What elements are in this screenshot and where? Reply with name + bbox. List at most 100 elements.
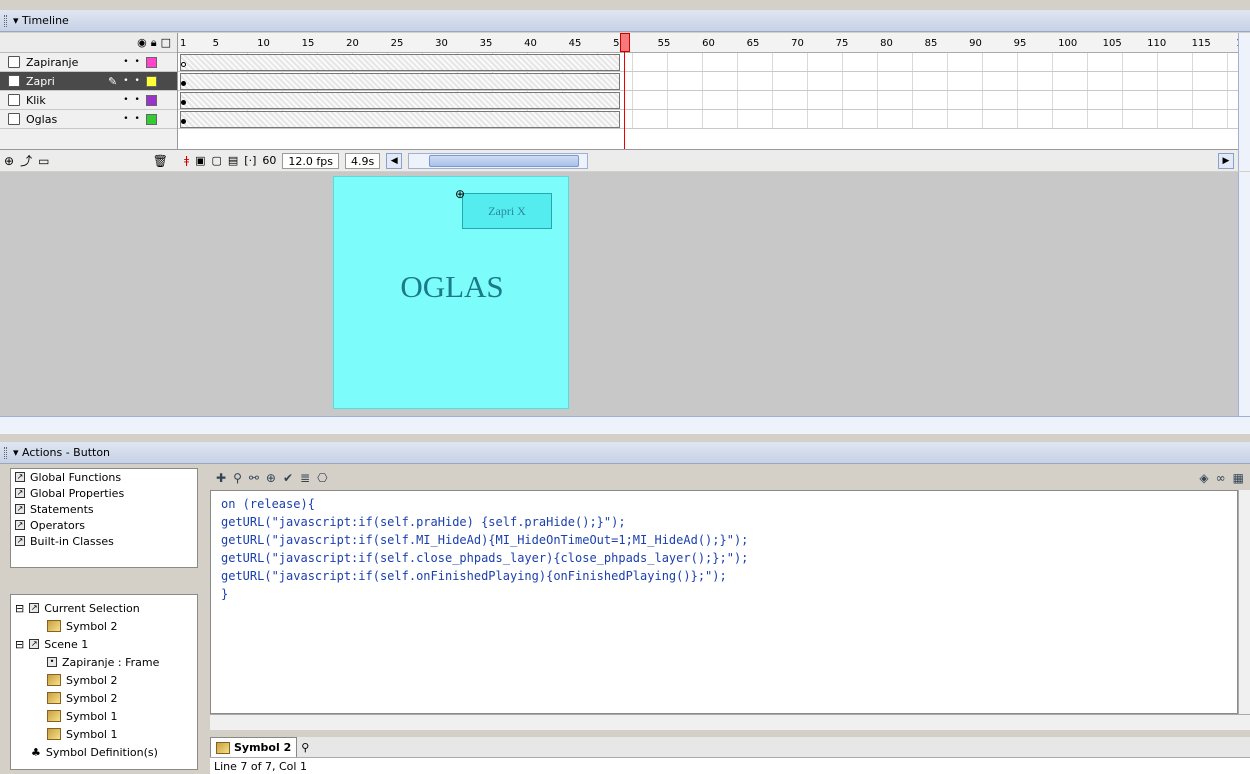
code-line[interactable]: getURL("javascript:if(self.MI_HideAd){MI…	[221, 531, 1227, 549]
layer-row[interactable]: Klik ✎ • •	[0, 91, 177, 110]
lock-dot[interactable]: •	[135, 57, 140, 67]
visibility-dot[interactable]: •	[123, 95, 128, 105]
layer-color-box[interactable]	[145, 113, 157, 125]
ad-canvas[interactable]: Zapri X ⊕ OGLAS	[333, 176, 569, 409]
book-icon: ↗	[15, 504, 25, 514]
navigator-item[interactable]: Symbol 1	[11, 725, 197, 743]
edit-multiple-icon[interactable]: ▤	[228, 154, 238, 167]
frame-ruler[interactable]: 1510152025303540455055606570758085909510…	[178, 33, 1238, 53]
expand-icon[interactable]: ⊟	[15, 602, 24, 615]
toolbox-item[interactable]: ↗ Statements	[11, 501, 197, 517]
onion-markers-icon[interactable]: [·]	[244, 154, 256, 167]
layer-color-box[interactable]	[145, 75, 157, 87]
lock-dot[interactable]: •	[135, 76, 140, 86]
lock-dot[interactable]: •	[135, 114, 140, 124]
replace-icon[interactable]: ⚯	[249, 471, 259, 485]
keyframe[interactable]	[181, 81, 186, 86]
timeline-panel-header[interactable]: ▾ Timeline	[0, 10, 1250, 32]
debug-options-icon[interactable]: ∞	[1216, 471, 1226, 485]
navigator-item[interactable]: Symbol 2	[11, 671, 197, 689]
symbol-icon	[216, 741, 230, 754]
grip-handle[interactable]	[4, 14, 7, 27]
keyframe[interactable]	[181, 119, 186, 124]
collapse-arrow-icon[interactable]: ▾	[13, 14, 19, 27]
frame-rate[interactable]: 12.0 fps	[282, 152, 339, 169]
script-tab[interactable]: Symbol 2	[210, 737, 298, 757]
toolbox-item[interactable]: ↗ Operators	[11, 517, 197, 533]
expand-icon[interactable]: ⊟	[15, 638, 24, 651]
frame-grid[interactable]: 1510152025303540455055606570758085909510…	[178, 33, 1238, 149]
pin-script-icon[interactable]: ⚲	[301, 741, 309, 754]
onion-outline-icon[interactable]: ▢	[211, 154, 221, 167]
code-line[interactable]: on (release){	[221, 495, 1227, 513]
scroll-left-icon[interactable]: ◀	[386, 152, 403, 169]
view-options-icon[interactable]: ▦	[1233, 471, 1244, 485]
navigator-item[interactable]: ♣ Symbol Definition(s)	[11, 743, 197, 761]
navigator-item[interactable]: ⊟ ↗ Scene 1	[11, 635, 197, 653]
toolbox-item[interactable]: ↗ Global Functions	[11, 469, 197, 485]
keyframe[interactable]	[181, 62, 186, 67]
script-editor[interactable]: on (release){getURL("javascript:if(self.…	[210, 490, 1238, 714]
grip-handle[interactable]	[4, 446, 7, 459]
layer-row[interactable]: Oglas ✎ • •	[0, 110, 177, 129]
code-line[interactable]: }	[221, 585, 1227, 603]
toolbox-item[interactable]: ↗ Built-in Classes	[11, 533, 197, 549]
lock-icon[interactable]: 🔒︎	[151, 36, 157, 50]
toolbox-item[interactable]: ↗ Global Properties	[11, 485, 197, 501]
frame-span[interactable]	[180, 73, 620, 90]
visibility-dot[interactable]: •	[123, 76, 128, 86]
layer-color-box[interactable]	[145, 94, 157, 106]
scroll-thumb[interactable]	[429, 154, 580, 167]
add-guide-icon[interactable]: ⤴	[20, 152, 32, 169]
add-statement-icon[interactable]: ✚	[216, 471, 226, 485]
script-hscroll[interactable]	[210, 714, 1250, 730]
reference-icon[interactable]: ◈	[1199, 471, 1208, 485]
find-icon[interactable]: ⚲	[233, 471, 242, 485]
center-frame-icon[interactable]: ǂ	[184, 154, 189, 167]
target-path-icon[interactable]: ⊕	[266, 471, 276, 485]
stage[interactable]: Zapri X ⊕ OGLAS	[0, 172, 1238, 416]
frame-row[interactable]	[178, 110, 1238, 129]
timeline-hscroll[interactable]	[408, 152, 589, 169]
visibility-dot[interactable]: •	[123, 114, 128, 124]
playhead[interactable]	[620, 33, 630, 149]
outline-icon[interactable]: □	[161, 36, 171, 49]
code-hint-icon[interactable]: ⎔	[317, 471, 327, 485]
onion-skin-icon[interactable]: ▣	[195, 154, 205, 167]
lock-dot[interactable]: •	[135, 95, 140, 105]
frame-span[interactable]	[180, 111, 620, 128]
frame-row[interactable]	[178, 53, 1238, 72]
actions-panel-header[interactable]: ▾ Actions - Button	[0, 442, 1250, 464]
code-line[interactable]: getURL("javascript:if(self.praHide) {sel…	[221, 513, 1227, 531]
stage-hscroll[interactable]	[0, 416, 1250, 434]
add-layer-icon[interactable]: ⊕	[4, 154, 14, 168]
script-vscroll[interactable]	[1238, 490, 1250, 714]
navigator-item[interactable]: Symbol 1	[11, 707, 197, 725]
stage-vscroll[interactable]	[1238, 172, 1250, 416]
keyframe[interactable]	[181, 100, 186, 105]
auto-format-icon[interactable]: ≣	[300, 471, 310, 485]
code-line[interactable]: getURL("javascript:if(self.close_phpads_…	[221, 549, 1227, 567]
code-line[interactable]: getURL("javascript:if(self.onFinishedPla…	[221, 567, 1227, 585]
timeline-vscroll[interactable]	[1238, 33, 1250, 171]
layer-row[interactable]: Zapri ✎ • •	[0, 72, 177, 91]
check-syntax-icon[interactable]: ✔	[283, 471, 293, 485]
layer-color-box[interactable]	[145, 56, 157, 68]
eye-icon[interactable]: ◉	[137, 36, 147, 49]
scroll-right-icon[interactable]: ▶	[1218, 152, 1234, 169]
add-folder-icon[interactable]: ▭	[38, 154, 49, 168]
close-ad-button[interactable]: Zapri X	[462, 193, 552, 229]
trash-icon[interactable]: 🗑︎	[153, 154, 168, 168]
frame-row[interactable]	[178, 91, 1238, 110]
layer-row[interactable]: Zapiranje ✎ • •	[0, 53, 177, 72]
navigator-item[interactable]: • Zapiranje : Frame	[11, 653, 197, 671]
visibility-dot[interactable]: •	[123, 57, 128, 67]
frame-row[interactable]	[178, 72, 1238, 91]
navigator-item[interactable]: Symbol 2	[11, 689, 197, 707]
frame-span[interactable]	[180, 92, 620, 109]
frame-span[interactable]	[180, 54, 620, 71]
playhead-marker[interactable]	[620, 33, 630, 52]
collapse-arrow-icon[interactable]: ▾	[13, 446, 19, 459]
navigator-item[interactable]: Symbol 2	[11, 617, 197, 635]
navigator-item[interactable]: ⊟ ↗ Current Selection	[11, 599, 197, 617]
